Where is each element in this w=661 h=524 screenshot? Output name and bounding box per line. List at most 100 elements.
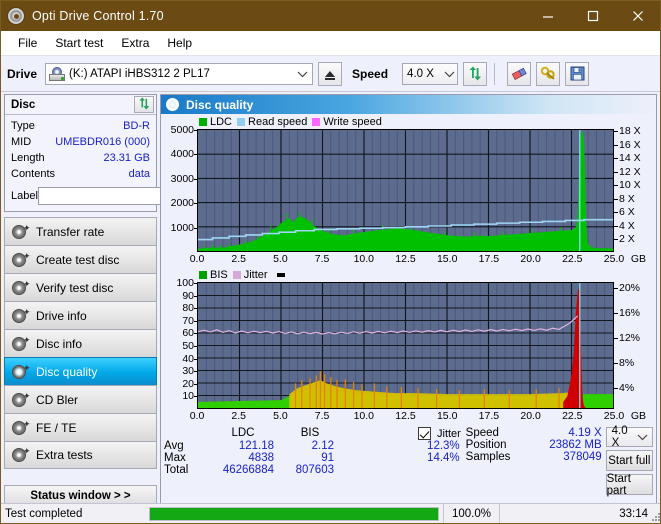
bis-y2tick-12: 12% [619,332,640,344]
legend-label-write-speed: Write speed [323,116,382,128]
start-part-button[interactable]: Start part [606,474,653,495]
save-button[interactable] [565,62,589,86]
ldc-ytick-2000: 2000 [171,197,194,209]
disc-icon: ✦ [11,447,28,463]
ldc-chart-legend: LDC Read speed Write speed [163,115,654,129]
resize-grip[interactable] [650,511,660,521]
keys-icon [540,66,557,81]
disc-info-panel: Disc Type BD-R [4,94,157,212]
drive-select-value: (K:) ATAPI iHBS312 2 PL17 [69,68,294,80]
ldc-xtick-2.5: 2.5 [231,253,246,265]
bis-xtick-25: 25.0 [604,410,624,422]
ldc-xtick-0: 0.0 [190,253,205,265]
chevron-down-icon [441,64,457,84]
bis-xtick-7.5: 7.5 [315,410,330,422]
bis-xtick-0: 0.0 [190,410,205,422]
bis-xtick-5: 5.0 [273,410,288,422]
sidebar-item-transfer-rate[interactable]: ✦ Transfer rate [4,217,157,245]
disc-row-mid: MID UMEBDR016 (000) [11,134,150,150]
progress-fill [150,508,438,520]
progress-bar [149,507,439,521]
bis-ytick-70: 70 [182,315,194,327]
menu-file[interactable]: File [9,33,46,53]
speed-select[interactable]: 4.0 X [402,63,458,85]
chevron-down-icon [636,427,650,447]
test-speed-value: 4.0 X [612,425,636,449]
app-window: Opti Drive Control 1.70 File Start test … [0,0,661,524]
position-key: Position [466,439,522,451]
refresh-icon [468,66,483,81]
sidebar-item-fe-te[interactable]: ✦ FE / TE [4,413,157,441]
sidebar-item-label: FE / TE [36,422,76,434]
minimize-icon[interactable] [525,1,570,31]
ldc-y2tick-18: 18 X [619,125,641,137]
bis-ytick-60: 60 [182,327,194,339]
disc-refresh-button[interactable] [134,96,154,113]
test-speed-select[interactable]: 4.0 X [606,427,653,447]
eject-button[interactable] [318,62,342,86]
ldc-ytick-5000: 5000 [171,124,194,136]
ldc-plot [197,129,614,252]
bis-xtick-10: 10.0 [354,410,374,422]
content-panel: Disc quality LDC Read speed [160,94,657,510]
legend-read-speed: Read speed [237,116,307,128]
sidebar-item-create-test-disc[interactable]: ✦ Create test disc [4,245,157,273]
legend-swatch-bis [199,271,207,279]
status-text: Test completed [1,508,149,520]
stats-row-max-bis: 91 [280,452,340,464]
close-icon[interactable] [615,1,660,31]
keys-button[interactable] [536,62,560,86]
bis-ytick-40: 40 [182,353,194,365]
sidebar-item-disc-info[interactable]: ✦ Disc info [4,329,157,357]
disc-icon: ✦ [11,224,28,240]
disc-mid-label: MID [11,136,31,148]
bis-y2tick-20: 20% [619,282,640,294]
progress-percent: 100.0% [443,504,499,524]
sidebar-item-extra-tests[interactable]: ✦ Extra tests [4,441,157,469]
ldc-plot-wrap: 5000 4000 3000 2000 1000 [163,129,654,252]
ldc-y2-axis: 18 X 16 X 14 X 12 X 10 X 8 X [614,129,654,252]
bis-xtick-15: 15.0 [437,410,457,422]
sidebar-item-disc-quality[interactable]: ✦ Disc quality [4,357,157,385]
sidebar-item-label: Disc quality [36,366,97,378]
disc-contents-value: data [129,168,150,180]
sidebar-item-drive-info[interactable]: ✦ Drive info [4,301,157,329]
ldc-xtick-17.5: 17.5 [479,253,499,265]
jitter-header: Jitter [412,427,464,440]
stats-table: LDC BIS Avg 121.18 2.12 Max 4838 91 Tota… [164,427,412,495]
bis-xtick-2.5: 2.5 [231,410,246,422]
ldc-y2tick-4: 4 X [619,220,635,232]
sidebar-item-verify-test-disc[interactable]: ✦ Verify test disc [4,273,157,301]
disc-length-label: Length [11,152,45,164]
content-header: Disc quality [161,95,656,114]
menu-extra[interactable]: Extra [112,33,158,53]
sidebar-item-label: Transfer rate [36,226,104,238]
eraser-icon [511,66,528,81]
maximize-icon[interactable] [570,1,615,31]
bis-y2-axis: 20% 16% 12% 8% 4% [614,282,654,409]
speed-select-value: 4.0 X [407,68,434,80]
jitter-avg-value: 12.3% [412,440,464,452]
ldc-y-axis: 5000 4000 3000 2000 1000 [163,129,197,252]
bis-ytick-100: 100 [176,277,194,289]
sidebar-item-cd-bler[interactable]: ✦ CD Bler [4,385,157,413]
start-full-button[interactable]: Start full [606,450,653,471]
refresh-button[interactable] [463,62,487,86]
main-body: Disc Type BD-R [1,92,660,511]
legend-swatch-write-speed [312,118,320,126]
stats-row-total-ldc: 46266884 [206,464,280,476]
speed-position-grid: Speed 4.19 X Position 23862 MB Samples 3… [466,427,606,495]
chevron-down-icon [294,64,310,84]
drive-select[interactable]: (K:) ATAPI iHBS312 2 PL17 [45,63,313,85]
bis-y2tick-8: 8% [619,357,634,369]
speed-value: 4.19 X [522,427,606,439]
ldc-x-unit: GB [631,253,646,265]
menu-start-test[interactable]: Start test [46,33,112,53]
legend-jitter: Jitter [233,269,268,281]
stats-row-max-ldc: 4838 [206,452,280,464]
jitter-checkbox[interactable] [418,427,431,440]
menu-help[interactable]: Help [158,33,201,53]
disc-icon: ✦ [11,364,28,380]
bis-y2tick-16: 16% [619,307,640,319]
erase-button[interactable] [507,62,531,86]
